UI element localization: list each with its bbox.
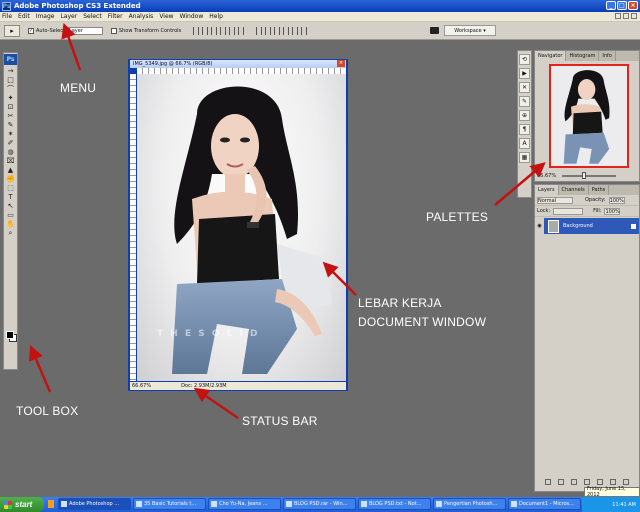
document-arrow <box>322 261 357 296</box>
task-label: 35 Basic Tutorials t... <box>144 501 197 507</box>
notepad-task-icon <box>361 501 367 507</box>
status-bar-arrow <box>193 387 239 420</box>
task-winrar[interactable]: BLOG PSD.rar - Win... <box>283 498 356 510</box>
annotation-palettes: PALETTES <box>426 210 489 224</box>
photoshop-task-icon <box>61 501 67 507</box>
task-label: BLOG PSD.txt - Not... <box>369 501 422 507</box>
annotation-status-bar: STATUS BAR <box>242 414 318 428</box>
browser-task-icon <box>211 501 217 507</box>
quick-launch-icon[interactable] <box>48 500 54 508</box>
task-notepad[interactable]: BLOG PSD.txt - Not... <box>358 498 431 510</box>
task-label: Cho Yu-Na, Jeans ... <box>219 501 268 507</box>
task-label: Pengertian Photosh... <box>444 501 498 507</box>
menu-arrow <box>61 22 82 71</box>
start-button[interactable]: start <box>0 497 44 512</box>
toolbox-arrow <box>29 345 52 393</box>
windows-flag-icon <box>4 500 12 509</box>
taskbar-tasks: Adobe Photoshop ... 35 Basic Tutorials t… <box>58 498 581 510</box>
clock[interactable]: 11:41 AM <box>612 502 636 508</box>
start-label: start <box>15 500 33 509</box>
task-browser-2[interactable]: Cho Yu-Na, Jeans ... <box>208 498 281 510</box>
winrar-task-icon <box>286 501 292 507</box>
task-label: BLOG PSD.rar - Win... <box>294 501 348 507</box>
windows-taskbar: start Adobe Photoshop ... 35 Basic Tutor… <box>0 497 640 512</box>
annotation-toolbox: TOOL BOX <box>16 404 79 418</box>
annotation-document-line1: LEBAR KERJA <box>358 296 442 310</box>
browser-task-icon <box>136 501 142 507</box>
browser-task-icon <box>436 501 442 507</box>
task-browser-1[interactable]: 35 Basic Tutorials t... <box>133 498 206 510</box>
task-label: Adobe Photoshop ... <box>69 501 120 507</box>
task-label: Document1 - Micros... <box>519 501 574 507</box>
word-task-icon <box>511 501 517 507</box>
task-word[interactable]: Document1 - Micros... <box>508 498 581 510</box>
system-tray: 11:41 AM <box>582 497 640 512</box>
task-photoshop[interactable]: Adobe Photoshop ... <box>58 498 131 510</box>
palettes-arrow <box>494 162 546 206</box>
annotation-arrows <box>29 22 546 420</box>
annotation-menu: MENU <box>60 81 97 95</box>
task-browser-3[interactable]: Pengertian Photosh... <box>433 498 506 510</box>
annotation-document-line2: DOCUMENT WINDOW <box>358 315 487 329</box>
